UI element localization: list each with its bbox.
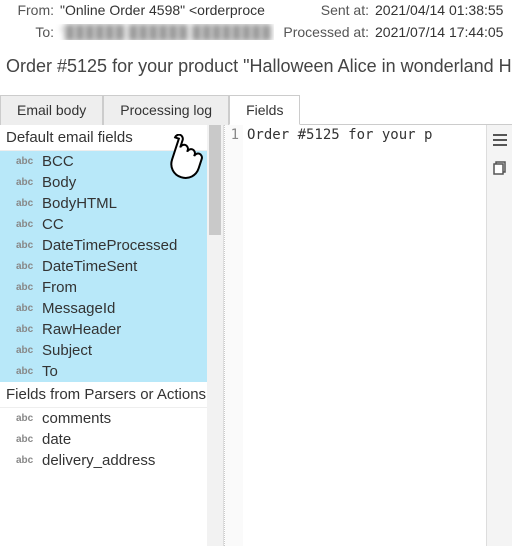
field-name: delivery_address bbox=[42, 452, 155, 469]
type-icon: abc bbox=[16, 413, 36, 424]
processed-label: Processed at: bbox=[274, 24, 369, 40]
field-item[interactable]: abc BCC bbox=[0, 151, 223, 172]
tab-processing-log[interactable]: Processing log bbox=[103, 95, 229, 125]
header-row-from: From: "Online Order 4598" <orderproce Se… bbox=[6, 2, 506, 24]
field-item[interactable]: abc RawHeader bbox=[0, 319, 223, 340]
type-icon: abc bbox=[16, 282, 36, 293]
scroll-thumb[interactable] bbox=[209, 125, 221, 235]
subject-line: Order #5125 for your product "Halloween … bbox=[0, 46, 512, 89]
field-item[interactable]: abc Body bbox=[0, 172, 223, 193]
field-name: comments bbox=[42, 410, 111, 427]
field-item[interactable]: abc DateTimeProcessed bbox=[0, 235, 223, 256]
field-item[interactable]: abc DateTimeSent bbox=[0, 256, 223, 277]
body-area: Default email fields abcBCCabcBodyabcBod… bbox=[0, 125, 512, 546]
menu-icon[interactable] bbox=[489, 129, 511, 151]
type-icon: abc bbox=[16, 324, 36, 335]
field-name: Subject bbox=[42, 342, 92, 359]
sent-label: Sent at: bbox=[274, 2, 369, 18]
field-name: CC bbox=[42, 216, 64, 233]
type-icon: abc bbox=[16, 240, 36, 251]
field-name: RawHeader bbox=[42, 321, 121, 338]
field-item[interactable]: abc delivery_address bbox=[0, 450, 223, 471]
parser-fields-header: Fields from Parsers or Actions bbox=[0, 382, 223, 408]
field-item[interactable]: abc From bbox=[0, 277, 223, 298]
field-name: DateTimeProcessed bbox=[42, 237, 177, 254]
type-icon: abc bbox=[16, 219, 36, 230]
field-name: Body bbox=[42, 174, 76, 191]
right-toolbar bbox=[486, 125, 512, 546]
from-label: From: bbox=[6, 2, 54, 18]
type-icon: abc bbox=[16, 198, 36, 209]
line-number: 1 bbox=[225, 125, 243, 546]
tab-email-body[interactable]: Email body bbox=[0, 95, 103, 125]
field-name: date bbox=[42, 431, 71, 448]
code-text[interactable]: Order #5125 for your p bbox=[243, 125, 486, 546]
field-name: To bbox=[42, 363, 58, 380]
field-item[interactable]: abc BodyHTML bbox=[0, 193, 223, 214]
email-header: From: "Online Order 4598" <orderproce Se… bbox=[0, 0, 512, 46]
type-icon: abc bbox=[16, 303, 36, 314]
default-fields-header: Default email fields bbox=[0, 125, 223, 151]
type-icon: abc bbox=[16, 156, 36, 167]
copy-icon[interactable] bbox=[489, 157, 511, 179]
to-value: "██████ ██████ ████████ bbox=[54, 24, 274, 40]
field-item[interactable]: abc CC bbox=[0, 214, 223, 235]
field-name: DateTimeSent bbox=[42, 258, 137, 275]
sent-value: 2021/04/14 01:38:55 bbox=[369, 2, 503, 18]
field-item[interactable]: abc comments bbox=[0, 408, 223, 429]
type-icon: abc bbox=[16, 177, 36, 188]
type-icon: abc bbox=[16, 434, 36, 445]
processed-value: 2021/07/14 17:44:05 bbox=[369, 24, 503, 40]
field-item[interactable]: abc Subject bbox=[0, 340, 223, 361]
field-name: MessageId bbox=[42, 300, 115, 317]
type-icon: abc bbox=[16, 366, 36, 377]
field-item[interactable]: abcdate bbox=[0, 429, 223, 450]
default-fields-list: abcBCCabcBodyabcBodyHTMLabcCCabcDateTime… bbox=[0, 151, 223, 382]
parser-fields-list: abccommentsabcdateabcdelivery_address bbox=[0, 408, 223, 471]
field-item[interactable]: abc MessageId bbox=[0, 298, 223, 319]
to-label: To: bbox=[6, 24, 54, 40]
field-name: BCC bbox=[42, 153, 74, 170]
tab-fields[interactable]: Fields bbox=[229, 95, 300, 125]
field-name: From bbox=[42, 279, 77, 296]
type-icon: abc bbox=[16, 455, 36, 466]
fields-panel: Default email fields abcBCCabcBodyabcBod… bbox=[0, 125, 224, 546]
code-panel: 1 Order #5125 for your p bbox=[224, 125, 512, 546]
header-row-to: To: "██████ ██████ ████████ Processed at… bbox=[6, 24, 506, 46]
type-icon: abc bbox=[16, 261, 36, 272]
field-item[interactable]: abc To bbox=[0, 361, 223, 382]
field-name: BodyHTML bbox=[42, 195, 117, 212]
tab-bar: Email body Processing log Fields bbox=[0, 95, 512, 125]
type-icon: abc bbox=[16, 345, 36, 356]
fields-scrollbar[interactable] bbox=[207, 125, 223, 546]
from-value: "Online Order 4598" <orderproce bbox=[54, 2, 274, 18]
